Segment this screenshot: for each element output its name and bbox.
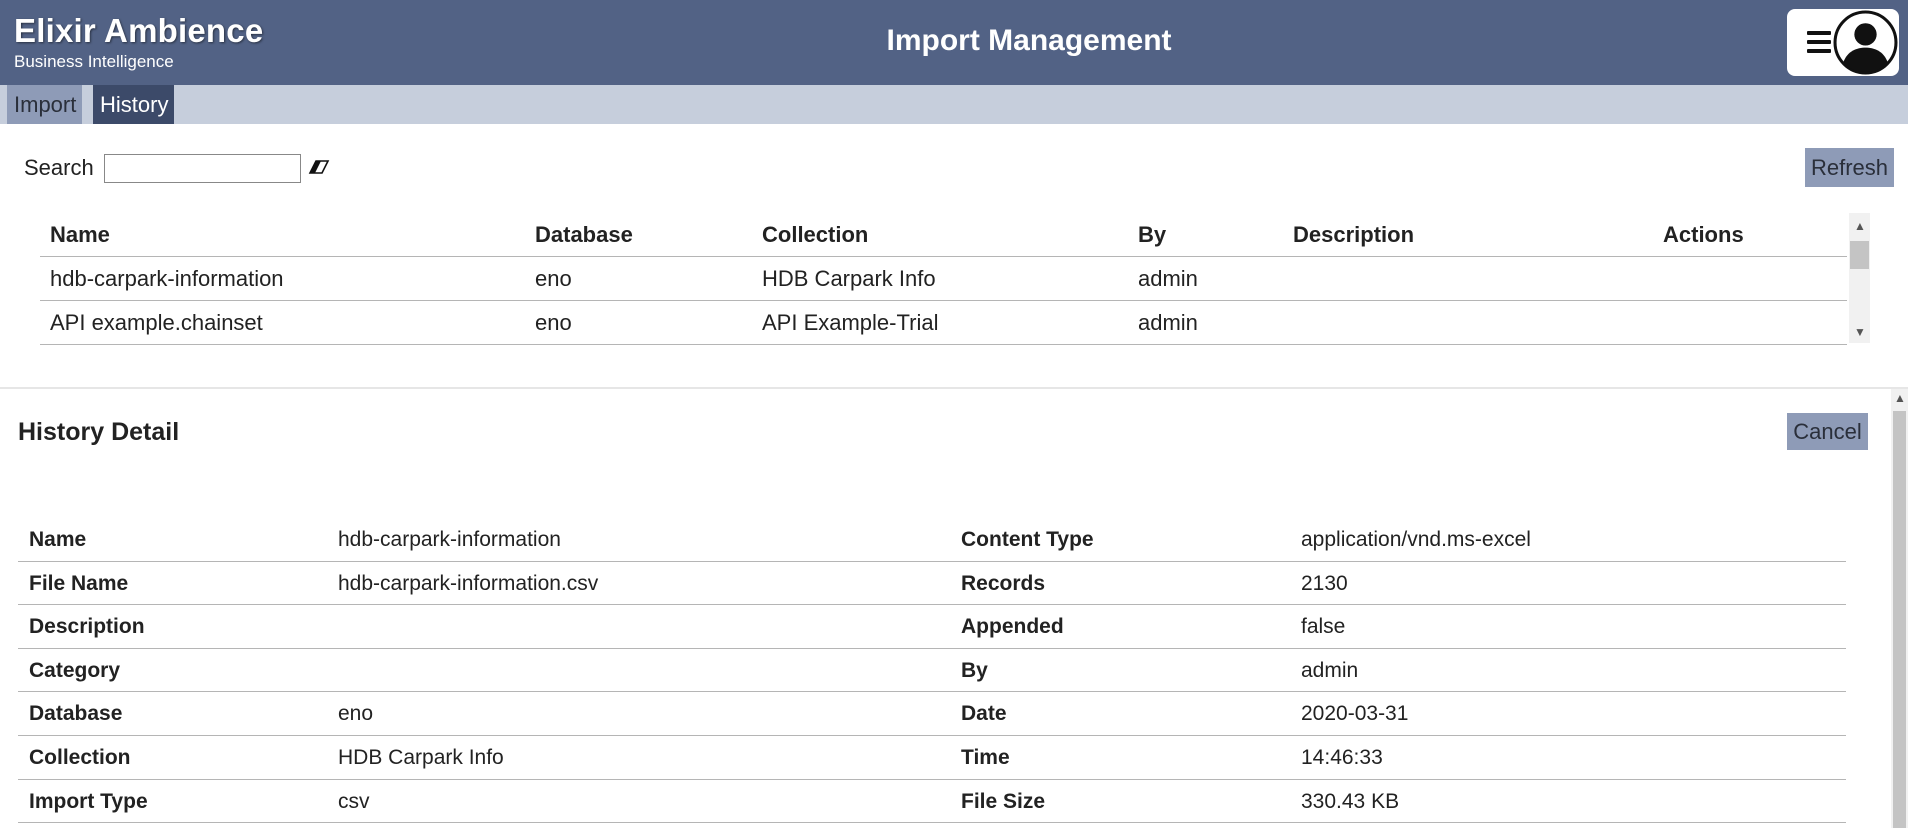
detail-row: Import Type csv File Size 330.43 KB xyxy=(18,780,1846,824)
detail-row: File Name hdb-carpark-information.csv Re… xyxy=(18,562,1846,606)
detail-label: Collection xyxy=(29,745,131,769)
history-list: Name Database Collection By Description … xyxy=(40,213,1847,345)
detail-value: application/vnd.ms-excel xyxy=(1301,528,1531,551)
detail-label: Import Type xyxy=(29,789,148,813)
cancel-button[interactable]: Cancel xyxy=(1787,413,1868,450)
page-title: Import Management xyxy=(886,24,1172,57)
refresh-button[interactable]: Refresh xyxy=(1805,148,1894,187)
detail-value: csv xyxy=(338,789,370,813)
cell-collection: HDB Carpark Info xyxy=(762,266,936,291)
detail-title: History Detail xyxy=(18,418,180,446)
cell-name: API example.chainset xyxy=(50,310,263,335)
cell-by: admin xyxy=(1138,310,1198,335)
detail-label: File Size xyxy=(961,789,1046,813)
menu-icon[interactable] xyxy=(1807,31,1831,53)
detail-label: Description xyxy=(29,615,145,639)
section-divider xyxy=(0,387,1908,389)
detail-label: Database xyxy=(29,702,123,726)
scroll-down-icon[interactable]: ▼ xyxy=(1854,325,1866,339)
detail-label: By xyxy=(961,658,988,682)
cell-database: eno xyxy=(535,310,572,335)
col-header-collection[interactable]: Collection xyxy=(762,213,868,257)
detail-label: Appended xyxy=(961,615,1064,639)
detail-value: HDB Carpark Info xyxy=(338,745,504,769)
cell-collection: API Example-Trial xyxy=(762,310,939,335)
cell-name: hdb-carpark-information xyxy=(50,266,284,291)
detail-row: Database eno Date 2020-03-31 xyxy=(18,692,1846,736)
detail-value: admin xyxy=(1301,658,1359,682)
user-avatar-icon[interactable] xyxy=(1833,10,1898,75)
clear-search-icon[interactable] xyxy=(307,158,331,178)
detail-label: Records xyxy=(961,571,1046,595)
detail-row: Collection HDB Carpark Info Time 14:46:3… xyxy=(18,736,1846,780)
col-header-name[interactable]: Name xyxy=(50,213,110,257)
detail-label: Category xyxy=(29,658,121,682)
detail-row: Category By admin xyxy=(18,649,1846,693)
detail-value: eno xyxy=(338,702,374,726)
list-scrollbar[interactable]: ▲ ▼ xyxy=(1849,213,1870,343)
list-header: Name Database Collection By Description … xyxy=(40,213,1847,257)
scroll-up-icon[interactable]: ▲ xyxy=(1894,391,1906,405)
detail-value: 330.43 KB xyxy=(1301,789,1400,813)
detail-label: Date xyxy=(961,702,1007,726)
tab-import[interactable]: Import xyxy=(7,85,82,124)
tab-history[interactable]: History xyxy=(93,85,174,124)
scrollbar-thumb[interactable] xyxy=(1893,411,1906,828)
col-header-database[interactable]: Database xyxy=(535,213,633,257)
detail-row: Description Appended false xyxy=(18,605,1846,649)
detail-row: Name hdb-carpark-information Content Typ… xyxy=(18,518,1846,562)
detail-value: hdb-carpark-information xyxy=(338,528,561,551)
app-header: Elixir Ambience Business Intelligence Im… xyxy=(0,0,1908,85)
detail-value: hdb-carpark-information.csv xyxy=(338,571,599,595)
detail-label: Name xyxy=(29,528,87,551)
detail-label: File Name xyxy=(29,571,129,595)
detail-label: Time xyxy=(961,745,1010,769)
col-header-by[interactable]: By xyxy=(1138,213,1166,257)
search-input[interactable] xyxy=(104,154,301,183)
table-row[interactable]: API example.chainset eno API Example-Tri… xyxy=(40,301,1847,345)
search-label: Search xyxy=(24,155,94,180)
detail-value: 2020-03-31 xyxy=(1301,702,1409,726)
cell-database: eno xyxy=(535,266,572,291)
col-header-actions: Actions xyxy=(1663,222,1744,247)
detail-value: false xyxy=(1301,615,1346,639)
detail-table: Name hdb-carpark-information Content Typ… xyxy=(18,518,1846,824)
detail-scrollbar[interactable]: ▲ xyxy=(1891,389,1908,828)
detail-value: 14:46:33 xyxy=(1301,745,1383,769)
col-header-description[interactable]: Description xyxy=(1293,213,1414,257)
table-row[interactable]: hdb-carpark-information eno HDB Carpark … xyxy=(40,257,1847,301)
user-menu[interactable] xyxy=(1787,9,1899,76)
tab-bar: Import History xyxy=(0,85,1908,124)
scroll-up-icon[interactable]: ▲ xyxy=(1854,219,1866,233)
detail-value: 2130 xyxy=(1301,571,1348,595)
scrollbar-thumb[interactable] xyxy=(1850,241,1869,269)
detail-label: Content Type xyxy=(961,528,1094,551)
cell-by: admin xyxy=(1138,266,1198,291)
